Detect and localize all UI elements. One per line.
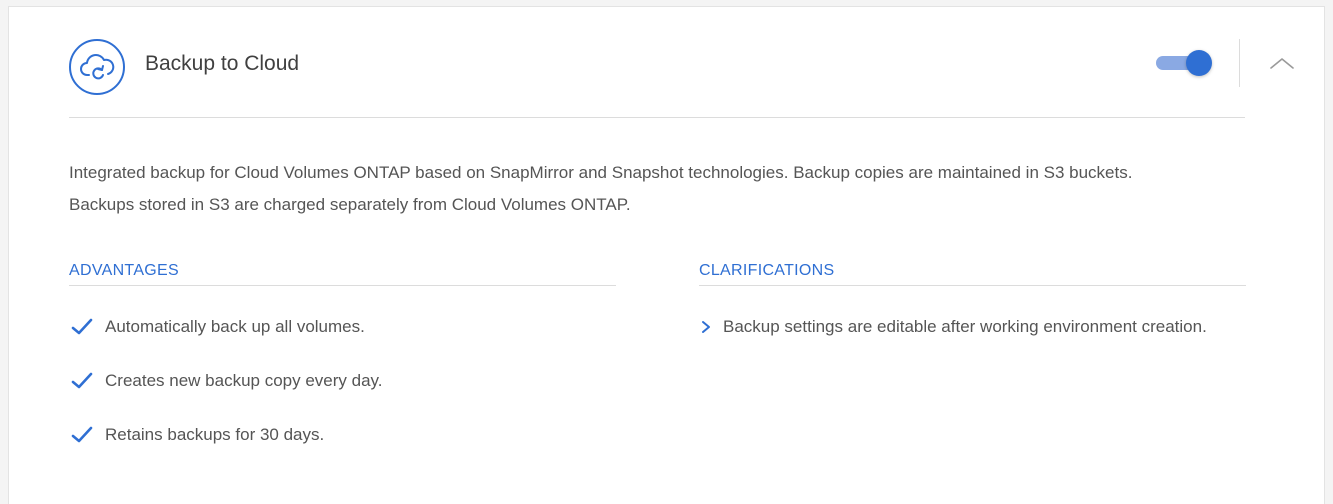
enable-backup-toggle[interactable]: [1152, 50, 1214, 76]
backup-to-cloud-card: Backup to Cloud Integrated backup for Cl…: [8, 6, 1325, 504]
header-divider: [1239, 39, 1240, 87]
checkmark-icon: [69, 420, 95, 450]
service-description: Integrated backup for Cloud Volumes ONTA…: [69, 163, 1133, 214]
advantage-text: Creates new backup copy every day.: [105, 371, 383, 390]
checkmark-icon: [69, 312, 95, 342]
clarifications-section: CLARIFICATIONS Backup settings are edita…: [699, 260, 1246, 342]
card-title: Backup to Cloud: [145, 52, 300, 75]
chevron-right-icon: [699, 312, 713, 342]
advantage-text: Retains backups for 30 days.: [105, 425, 325, 444]
cloud-backup-icon: [69, 39, 125, 95]
list-item: Backup settings are editable after worki…: [699, 312, 1246, 342]
clarifications-list: Backup settings are editable after worki…: [699, 312, 1246, 342]
advantages-list: Automatically back up all volumes. Creat…: [69, 312, 616, 450]
card-header: Backup to Cloud: [69, 7, 1294, 118]
clarification-text: Backup settings are editable after worki…: [723, 317, 1207, 336]
checkmark-icon: [69, 366, 95, 396]
list-item: Retains backups for 30 days.: [69, 420, 616, 450]
advantages-heading: ADVANTAGES: [69, 260, 616, 286]
toggle-knob: [1186, 50, 1212, 76]
advantages-section: ADVANTAGES Automatically back up all vol…: [69, 260, 616, 474]
chevron-up-icon: [1270, 58, 1294, 69]
clarifications-heading: CLARIFICATIONS: [699, 260, 1246, 286]
list-item: Automatically back up all volumes.: [69, 312, 616, 342]
list-item: Creates new backup copy every day.: [69, 366, 616, 396]
advantage-text: Automatically back up all volumes.: [105, 317, 365, 336]
collapse-button[interactable]: [1267, 51, 1297, 75]
